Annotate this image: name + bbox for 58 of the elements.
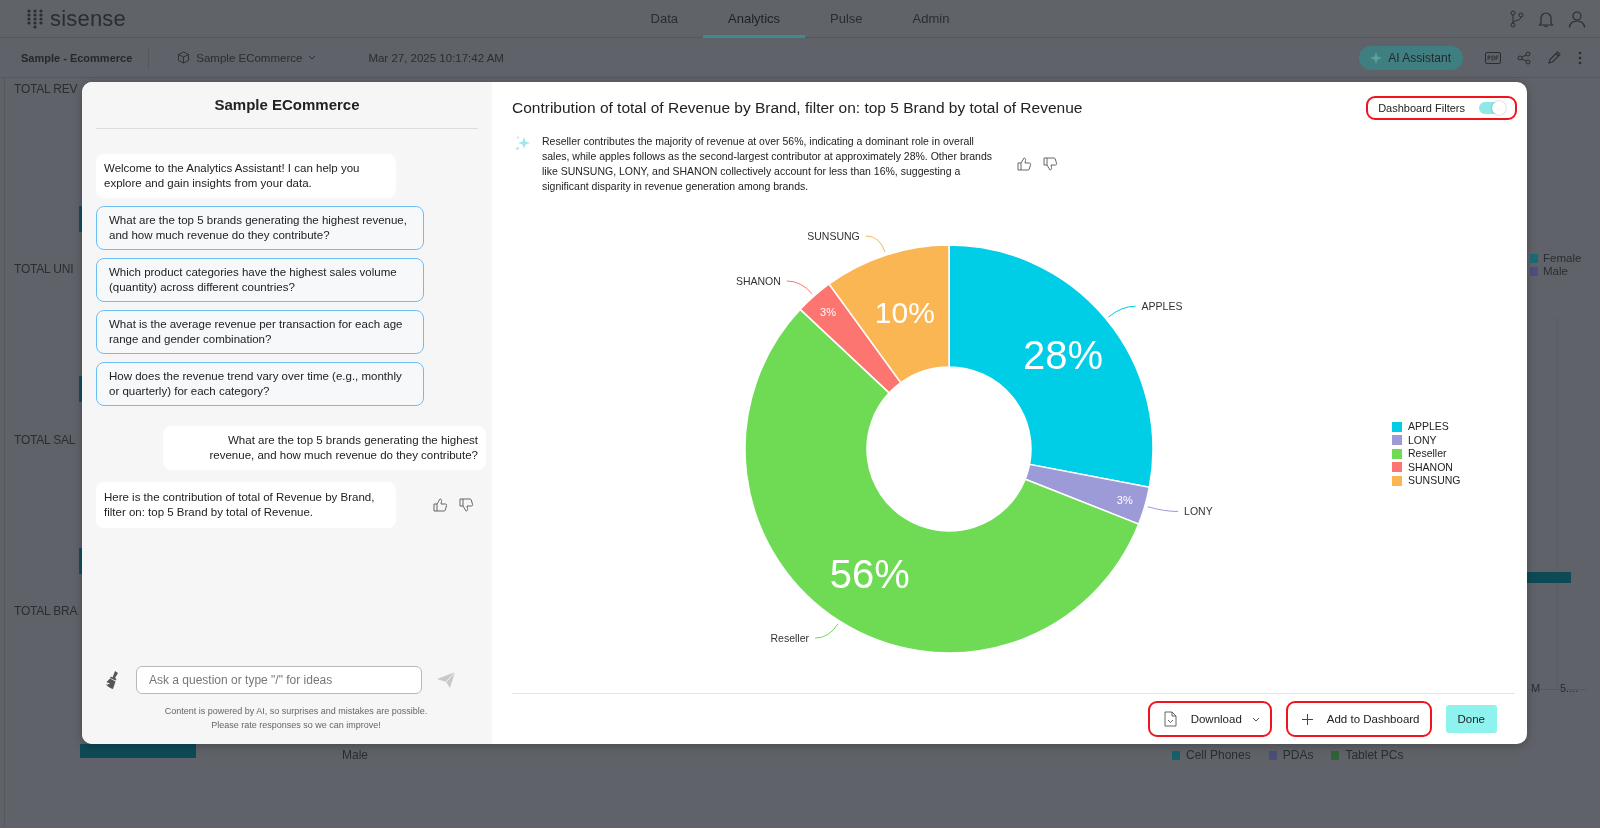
legend-label: Reseller (1408, 447, 1447, 460)
suggested-question[interactable]: How does the revenue trend vary over time (e.g., monthly or quarterly) for each category? (96, 362, 424, 406)
assistant-message: Here is the contribution of total of Revenue by Brand, filter on: top 5 Brand by total of Revenue. (96, 482, 396, 528)
cube-icon (177, 51, 191, 64)
slice-label: LONY (1184, 505, 1213, 517)
leader-line (786, 280, 813, 294)
branch-icon[interactable] (1510, 9, 1524, 28)
suggested-question[interactable]: What are the top 5 brands generating the highest revenue, and how much revenue do they contribute? (96, 206, 424, 250)
done-button[interactable]: Done (1445, 705, 1497, 733)
assistant-message: Welcome to the Analytics Assistant! I can help you explore and gain insights from your data. (96, 154, 396, 198)
more-vertical-icon[interactable] (1578, 50, 1582, 65)
share-icon[interactable] (1517, 50, 1531, 65)
thumbs-down-icon[interactable] (458, 497, 474, 513)
chart-bar (1527, 572, 1571, 583)
sparkle-icon (1369, 50, 1384, 65)
question-input[interactable]: Ask a question or type "/" for ideas (136, 666, 422, 694)
legend-label: SHANON (1408, 460, 1453, 474)
slice-value: 56% (829, 551, 910, 596)
disclaimer-text: Content is powered by AI, so surprises and mistakes are possible. (163, 705, 429, 718)
leader-line (1108, 305, 1137, 318)
legend-label: APPLES (1408, 420, 1449, 433)
notification-bell-icon[interactable] (1538, 9, 1554, 28)
slice-label: APPLES (1141, 299, 1183, 312)
pencil-icon[interactable] (1547, 50, 1562, 65)
file-icon (1163, 711, 1177, 727)
leader-line (1147, 505, 1179, 512)
slice-value: 3% (1116, 493, 1133, 506)
sparkle-icon (514, 134, 532, 152)
chat-title: Sample ECommerce (96, 82, 478, 129)
slice-value: 10% (874, 296, 935, 329)
user-icon[interactable] (1568, 9, 1586, 28)
suggested-question[interactable]: Which product categories have the highest sales volume (quantity) across different countries? (96, 258, 424, 302)
thumbs-up-icon[interactable] (432, 497, 448, 513)
pdf-icon[interactable] (1485, 51, 1501, 64)
dashboard-filters-toggle[interactable]: Dashboard Filters (1378, 102, 1505, 114)
plus-icon (1301, 713, 1313, 725)
send-icon[interactable] (436, 671, 456, 689)
disclaimer-text: Please rate responses so we can improve! (210, 719, 382, 732)
thumbs-down-icon[interactable] (1042, 156, 1058, 172)
thumbs-up-icon[interactable] (1016, 156, 1032, 172)
leader-line (865, 234, 886, 253)
slice-label: SUNSUNG (807, 229, 860, 242)
user-message: What are the top 5 brands generating the highest revenue, and how much revenue do they contribute? (163, 426, 486, 470)
leader-line (814, 622, 839, 639)
legend-label: LONY (1408, 433, 1437, 447)
chevron-down-icon (308, 54, 317, 61)
slice-value: 3% (820, 305, 836, 318)
legend-label: SUNSUNG (1408, 474, 1461, 487)
caret-icon (1251, 716, 1260, 722)
suggested-question[interactable]: What is the average revenue per transaction for each age range and gender combination? (96, 310, 424, 354)
chart-title: Contribution of total of Revenue by Brand, filter on: top 5 Brand by total of Revenue (512, 99, 1083, 117)
slice-label: SHANON (735, 274, 781, 287)
insight-text: Reseller contributes the majority of revenue at over 56%, indicating a dominant role in overall sales, while apples follows as the second-largest contributor at approximately 28%. Other brands like SUNSUNG, LONY, and SHANON collectively account for less than 16%, suggesting a significant disparity in revenue generation among brands. (542, 134, 992, 194)
slice-label: Reseller (770, 631, 809, 644)
widget-title: TOTAL REV (14, 82, 78, 96)
slice-value: 28% (1023, 332, 1104, 377)
logo-dots-icon (26, 7, 44, 30)
dashboard-title: Sample - Ecommerce (21, 46, 150, 69)
